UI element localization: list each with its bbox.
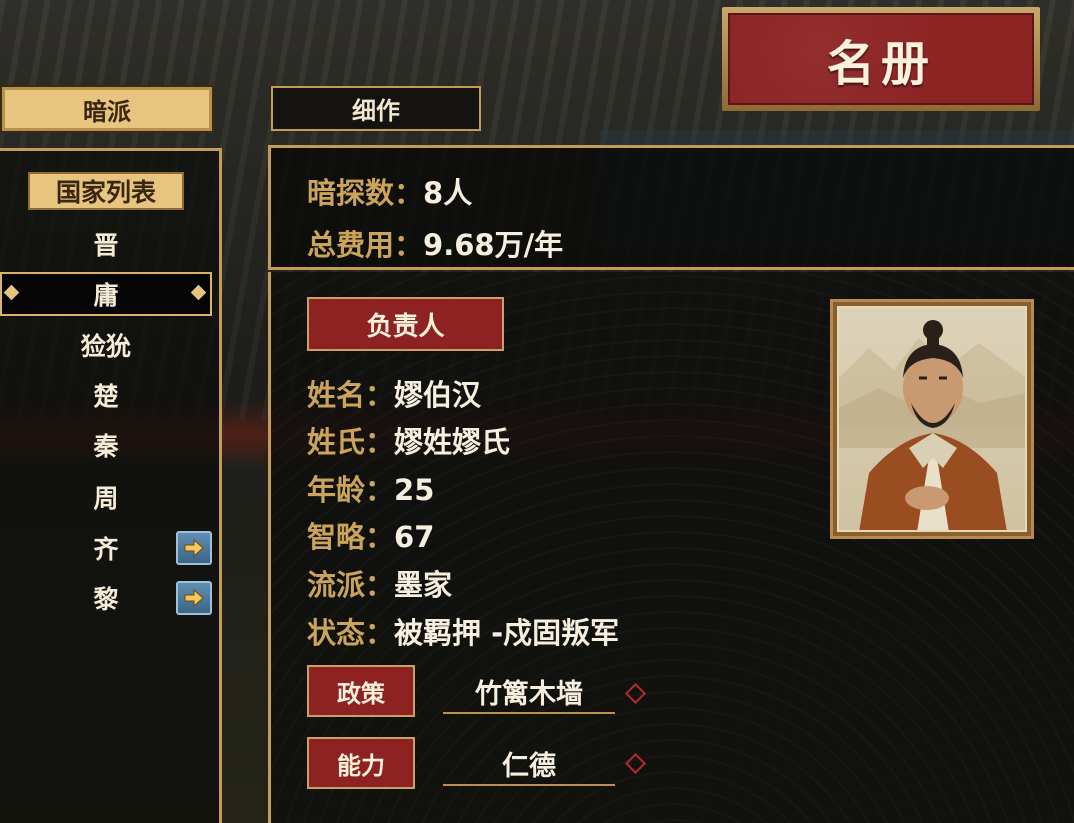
- nation-name: 齐: [93, 535, 119, 564]
- total-cost-row: 总费用：9.68万/年: [307, 222, 563, 264]
- nation-item-selected[interactable]: 庸: [0, 272, 212, 316]
- ability-value[interactable]: 仁德: [443, 742, 615, 786]
- corner-ornament: [204, 148, 222, 166]
- policy-value[interactable]: 竹篱木墙: [443, 670, 615, 714]
- name-row: 姓名：嫪伯汉: [307, 372, 481, 414]
- leader-portrait: [837, 306, 1027, 532]
- nation-name: 庸: [93, 281, 119, 310]
- nation-arrow-button[interactable]: [176, 531, 212, 565]
- diamond-outline-icon[interactable]: [624, 752, 647, 775]
- total-cost-value: 9.68万/年: [423, 228, 564, 262]
- wit-row: 智略：67: [307, 514, 434, 556]
- policy-label: 政策: [307, 665, 415, 717]
- arrow-right-icon: [184, 539, 204, 557]
- ability-label: 能力: [307, 737, 415, 789]
- clan-label: 姓氏：: [307, 425, 395, 459]
- school-row: 流派：墨家: [307, 562, 452, 604]
- age-row: 年龄：25: [307, 467, 434, 509]
- leader-badge: 负责人: [307, 297, 504, 351]
- school-value: 墨家: [394, 568, 453, 602]
- nation-item[interactable]: 猃狁: [0, 324, 212, 366]
- age-label: 年龄：: [307, 473, 395, 507]
- clan-row: 姓氏：嫪姓嫪氏: [307, 419, 510, 461]
- age-value: 25: [394, 473, 435, 507]
- summary-panel: 暗探数：8人 总费用：9.68万/年: [268, 145, 1074, 270]
- nation-name: 秦: [93, 432, 119, 461]
- name-value: 嫪伯汉: [394, 378, 482, 412]
- name-label: 姓名：: [307, 378, 395, 412]
- clan-value: 嫪姓嫪氏: [394, 425, 511, 459]
- nation-arrow-button[interactable]: [176, 581, 212, 615]
- nation-item[interactable]: 秦: [0, 424, 212, 466]
- corner-ornament: [0, 148, 15, 166]
- school-label: 流派：: [307, 568, 395, 602]
- nation-item[interactable]: 楚: [0, 374, 212, 416]
- nation-item[interactable]: 周: [0, 476, 212, 518]
- wit-value: 67: [394, 520, 435, 554]
- diamond-outline-icon[interactable]: [624, 682, 647, 705]
- spy-count-value: 8人: [423, 176, 473, 210]
- diamond-icon: [3, 284, 20, 301]
- nation-item[interactable]: 晋: [0, 223, 212, 265]
- nation-name: 楚: [93, 382, 119, 411]
- arrow-right-icon: [184, 589, 204, 607]
- nation-name: 猃狁: [80, 332, 131, 361]
- spy-count-row: 暗探数：8人: [307, 170, 472, 212]
- status-value: 被羁押 -戍固叛军: [394, 616, 620, 650]
- corner-ornament: [268, 145, 286, 163]
- tab-xizuo[interactable]: 细作: [271, 86, 481, 131]
- diamond-icon: [190, 284, 207, 301]
- leader-portrait-image: [839, 320, 1025, 530]
- nation-name: 周: [93, 484, 119, 513]
- leader-portrait-frame: [830, 299, 1034, 539]
- spy-count-label: 暗探数：: [307, 176, 424, 210]
- wit-label: 智略：: [307, 520, 395, 554]
- tab-anpai[interactable]: 暗派: [0, 85, 214, 133]
- nation-name: 黎: [93, 585, 119, 614]
- total-cost-label: 总费用：: [307, 228, 424, 262]
- title-plaque: 名册: [722, 7, 1040, 111]
- nation-list-panel: 国家列表 晋 庸 猃狁 楚 秦 周 齐 黎: [0, 148, 222, 823]
- page-title: 名册: [728, 13, 1034, 105]
- nation-name: 晋: [93, 231, 119, 260]
- status-row: 状态：被羁押 -戍固叛军: [307, 610, 619, 652]
- nation-list-header: 国家列表: [28, 172, 184, 210]
- status-label: 状态：: [307, 616, 395, 650]
